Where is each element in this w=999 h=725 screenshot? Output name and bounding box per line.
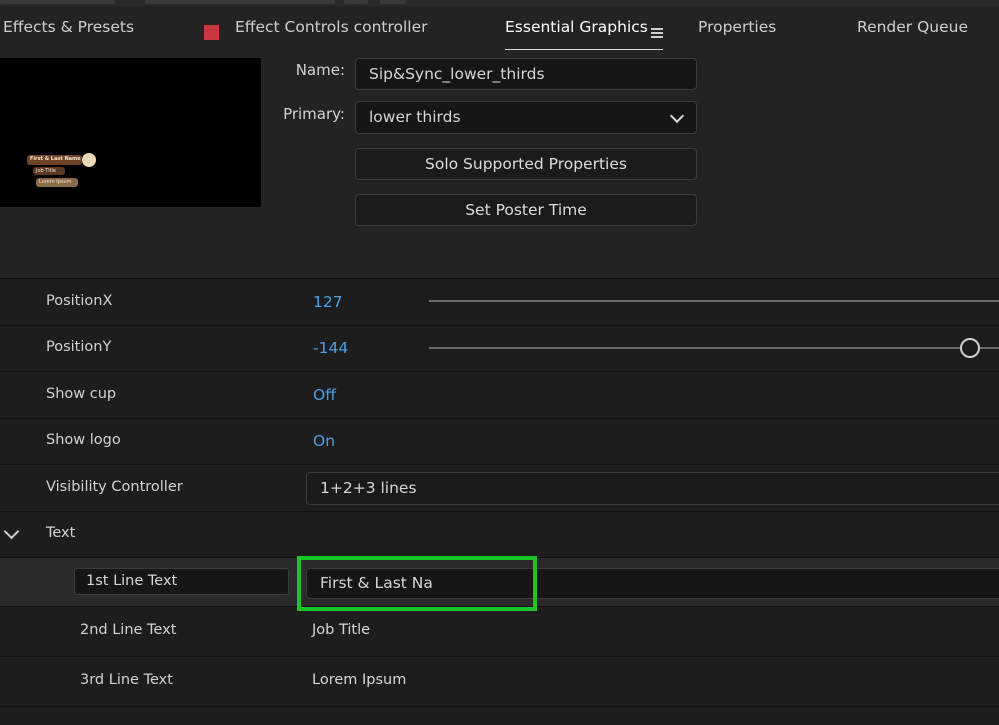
property-row-visibility: Visibility Controller 1+2+3 lines (0, 464, 999, 511)
tab-effects-presets[interactable]: Effects & Presets (3, 18, 134, 36)
property-label: PositionY (46, 339, 112, 355)
line2-text-value[interactable]: Job Title (312, 622, 370, 638)
set-poster-time-button[interactable]: Set Poster Time (355, 194, 697, 226)
property-group-text[interactable]: Text (0, 511, 999, 557)
primary-dropdown[interactable]: lower thirds (355, 101, 697, 134)
panel-bottom (0, 706, 999, 725)
thumbnail-line1: First & Last Name (27, 155, 82, 165)
tab-render-queue[interactable]: Render Queue (857, 18, 968, 36)
template-thumbnail: First & Last Name Job Title Lorem Ipsum (0, 58, 261, 207)
positionx-slider[interactable] (429, 300, 999, 302)
panel-tabs: Effects & Presets Effect Controls contro… (0, 6, 999, 51)
property-row-line2: 2nd Line Text Job Title (0, 606, 999, 656)
property-label: Show logo (46, 432, 121, 448)
property-label: 2nd Line Text (80, 622, 177, 638)
property-label: Show cup (46, 386, 117, 402)
property-row-positionx: PositionX 127 (0, 278, 999, 325)
property-row-show-logo: Show logo On (0, 418, 999, 464)
panel-menu-icon[interactable] (651, 28, 663, 38)
line1-name-field[interactable]: 1st Line Text (74, 568, 289, 595)
strip-segment (145, 0, 335, 4)
label-color-icon (204, 25, 219, 40)
primary-value: lower thirds (369, 108, 461, 126)
positiony-value[interactable]: -144 (313, 339, 348, 357)
tab-essential-graphics[interactable]: Essential Graphics (505, 18, 648, 36)
property-label: PositionX (46, 293, 113, 309)
chevron-down-icon[interactable] (3, 523, 20, 540)
name-field[interactable]: Sip&Sync_lower_thirds (355, 58, 697, 90)
line1-text-input[interactable]: First & Last Na (306, 568, 999, 599)
tab-properties[interactable]: Properties (698, 18, 776, 36)
strip-segment (344, 0, 368, 4)
thumbnail-logo-icon (82, 153, 96, 167)
tab-effect-controls[interactable]: Effect Controls controller (235, 18, 428, 36)
property-row-show-cup: Show cup Off (0, 371, 999, 418)
primary-label: Primary: (283, 105, 345, 123)
template-header: First & Last Name Job Title Lorem Ipsum … (0, 50, 999, 278)
positionx-value[interactable]: 127 (313, 293, 343, 311)
property-row-line3: 3rd Line Text Lorem Ipsum (0, 656, 999, 706)
show-logo-toggle[interactable]: On (313, 432, 335, 450)
group-label: Text (46, 525, 76, 541)
chevron-down-icon (669, 108, 685, 124)
name-label: Name: (295, 61, 345, 79)
thumbnail-line2: Job Title (33, 167, 65, 175)
line3-text-value[interactable]: Lorem Ipsum (312, 672, 406, 688)
thumbnail-line3: Lorem Ipsum (36, 178, 78, 187)
solo-supported-properties-button[interactable]: Solo Supported Properties (355, 148, 697, 180)
property-row-positiony: PositionY -144 (0, 325, 999, 371)
property-label: Visibility Controller (46, 479, 183, 495)
positiony-slider-handle[interactable] (960, 338, 980, 358)
visibility-controller-dropdown[interactable]: 1+2+3 lines (306, 472, 999, 505)
positiony-slider[interactable] (429, 347, 999, 349)
strip-segment (0, 0, 115, 4)
show-cup-toggle[interactable]: Off (313, 386, 336, 404)
property-label: 3rd Line Text (80, 672, 173, 688)
strip-segment (380, 0, 406, 4)
property-row-line1: 1st Line Text First & Last Na (0, 557, 999, 606)
